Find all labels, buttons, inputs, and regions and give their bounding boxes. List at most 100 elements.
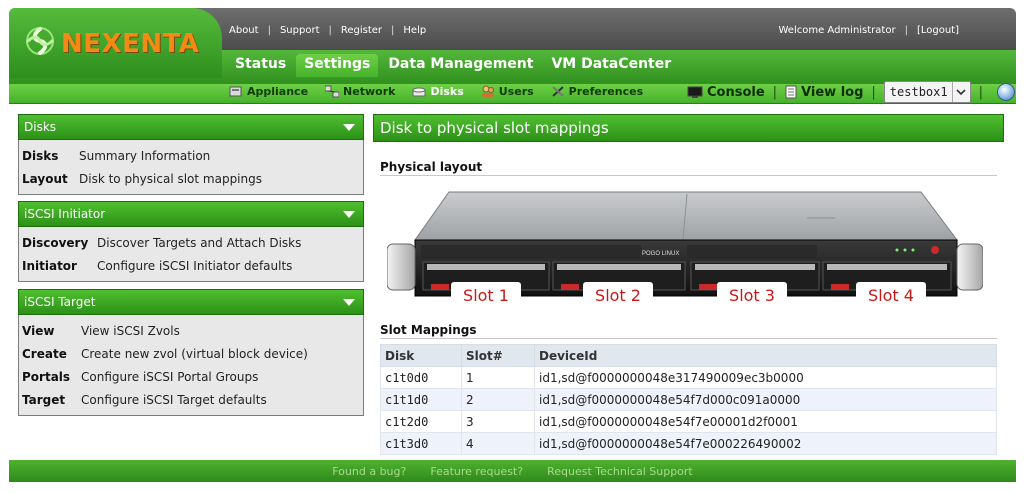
subtab-disks[interactable]: Disks [412,85,464,98]
collapse-arrow-icon [343,298,355,306]
separator: | [978,84,983,100]
cell-slot: 3 [461,410,535,433]
column-header-disk[interactable]: Disk [380,344,462,367]
cell-slot: 1 [461,366,535,389]
sidebar-item-desc: Create new zvol (virtual block device) [81,346,308,361]
sidebar-item-key: Initiator [22,258,77,273]
main-tabs: Status Settings Data Management VM DataC… [227,54,679,77]
cell-slot: 4 [461,432,535,455]
subtab-label: Network [343,85,396,98]
sidebar-item-layout[interactable]: Layout Disk to physical slot mappings [22,167,363,190]
panel-header-disks[interactable]: Disks [18,114,364,140]
tab-status[interactable]: Status [227,54,294,77]
separator: | [267,25,271,36]
panel-body: View View iSCSI Zvols Create Create new … [19,315,363,415]
feature-request-link[interactable]: Feature request? [430,465,523,478]
register-link[interactable]: Register [341,25,382,36]
subtab-appliance[interactable]: Appliance [229,85,308,98]
slot-4-label: Slot 4 [856,282,926,308]
support-link[interactable]: Support [280,25,320,36]
subtab-users[interactable]: Users [481,85,534,98]
cell-disk: c1t3d0 [380,432,462,455]
collapse-arrow-icon [343,123,355,131]
sidebar-item-key: Discovery [22,235,89,250]
tab-settings[interactable]: Settings [296,54,379,77]
sidebar-item-discovery[interactable]: Discovery Discover Targets and Attach Di… [22,231,363,254]
view-log-button[interactable]: View log [785,85,863,100]
panel-title: iSCSI Initiator [24,207,106,221]
welcome-area: Welcome Administrator | [Logout] [778,25,959,36]
table-row[interactable]: c1t0d0 1 id1,sd@f0000000048e317490009ec3… [380,366,997,389]
subtab-preferences[interactable]: Preferences [551,85,643,98]
panel-header-iscsi-target[interactable]: iSCSI Target [18,289,364,315]
refresh-icon[interactable] [996,83,1015,101]
sidebar-item-key: Create [22,346,67,361]
network-icon [325,85,340,98]
console-button[interactable]: Console [687,85,765,100]
settings-sub-tabs: Appliance Network Disks Users Preference… [229,85,643,98]
subtab-label: Disks [430,85,464,98]
table-row[interactable]: c1t3d0 4 id1,sd@f0000000048e54f7e0002264… [380,432,997,455]
separator: | [871,84,876,100]
slot-2-label: Slot 2 [583,282,653,308]
found-a-bug-link[interactable]: Found a bug? [332,465,406,478]
cell-deviceid: id1,sd@f0000000048e54f7d000c091a0000 [534,388,997,411]
panel-header-iscsi-initiator[interactable]: iSCSI Initiator [18,201,364,227]
sidebar-item-key: Portals [22,369,71,384]
separator: | [391,25,395,36]
divider [380,338,997,339]
sidebar-item-key: Target [22,392,66,407]
header-tools: Console | View log | testbox1 | [687,81,1015,103]
slot-1-label: Slot 1 [451,282,521,308]
logo[interactable]: NEXENTA [9,8,222,78]
footer: Found a bug? Feature request? Request Te… [9,460,1016,482]
table-row[interactable]: c1t1d0 2 id1,sd@f0000000048e54f7d000c091… [380,388,997,411]
subtab-label: Users [498,85,534,98]
collapse-arrow-icon [343,210,355,218]
app-header: NEXENTA About | Support | Register | Hel… [9,8,1016,104]
tab-data-management[interactable]: Data Management [380,54,541,77]
sidebar-item-desc: Summary Information [79,148,211,163]
column-header-slot[interactable]: Slot# [461,344,535,367]
panel-title: iSCSI Target [24,295,96,309]
chevron-down-icon [951,82,970,102]
about-link[interactable]: About [229,25,259,36]
cell-deviceid: id1,sd@f0000000048e54f7e00001d2f0001 [534,410,997,433]
sidebar-item-target[interactable]: Target Configure iSCSI Target defaults [22,388,363,411]
cell-deviceid: id1,sd@f0000000048e317490009ec3b0000 [534,366,997,389]
sidebar-item-portals[interactable]: Portals Configure iSCSI Portal Groups [22,365,363,388]
host-select[interactable]: testbox1 [883,81,971,103]
server-badge-text: POGO LINUX [642,251,679,257]
logout-link[interactable]: [Logout] [917,25,959,36]
sidebar-item-initiator[interactable]: Initiator Configure iSCSI Initiator defa… [22,254,363,277]
sidebar-item-create[interactable]: Create Create new zvol (virtual block de… [22,342,363,365]
panel-disks: Disks Disks Summary Information Layout D… [18,114,364,195]
panel-iscsi-target: iSCSI Target View View iSCSI Zvols Creat… [18,289,364,416]
help-link[interactable]: Help [403,25,426,36]
subtab-label: Preferences [568,85,644,98]
sidebar-item-desc: View iSCSI Zvols [81,323,180,338]
panel-body: Disks Summary Information Layout Disk to… [19,140,363,194]
top-links: About | Support | Register | Help [229,25,426,36]
nexenta-swirl-icon [26,27,54,55]
logo-text: NEXENTA [61,29,200,59]
slot-mappings-label: Slot Mappings [380,323,477,337]
sidebar-item-disks[interactable]: Disks Summary Information [22,144,363,167]
cell-disk: c1t2d0 [380,410,462,433]
log-icon [785,85,797,99]
welcome-text: Welcome Administrator [778,25,896,36]
users-icon [481,85,494,97]
appliance-icon [229,86,242,97]
column-header-deviceid[interactable]: DeviceId [534,344,997,367]
tab-vm-datacenter[interactable]: VM DataCenter [543,54,679,77]
panel-body: Discovery Discover Targets and Attach Di… [19,227,363,281]
subtab-network[interactable]: Network [325,85,395,98]
physical-layout-label: Physical layout [380,160,483,174]
technical-support-link[interactable]: Request Technical Support [547,465,693,478]
sidebar-item-view[interactable]: View View iSCSI Zvols [22,319,363,342]
separator: | [328,25,332,36]
page-title: Disk to physical slot mappings [373,114,1004,142]
table-row[interactable]: c1t2d0 3 id1,sd@f0000000048e54f7e00001d2… [380,410,997,433]
console-icon [687,86,703,98]
sidebar-item-desc: Discover Targets and Attach Disks [97,235,302,250]
